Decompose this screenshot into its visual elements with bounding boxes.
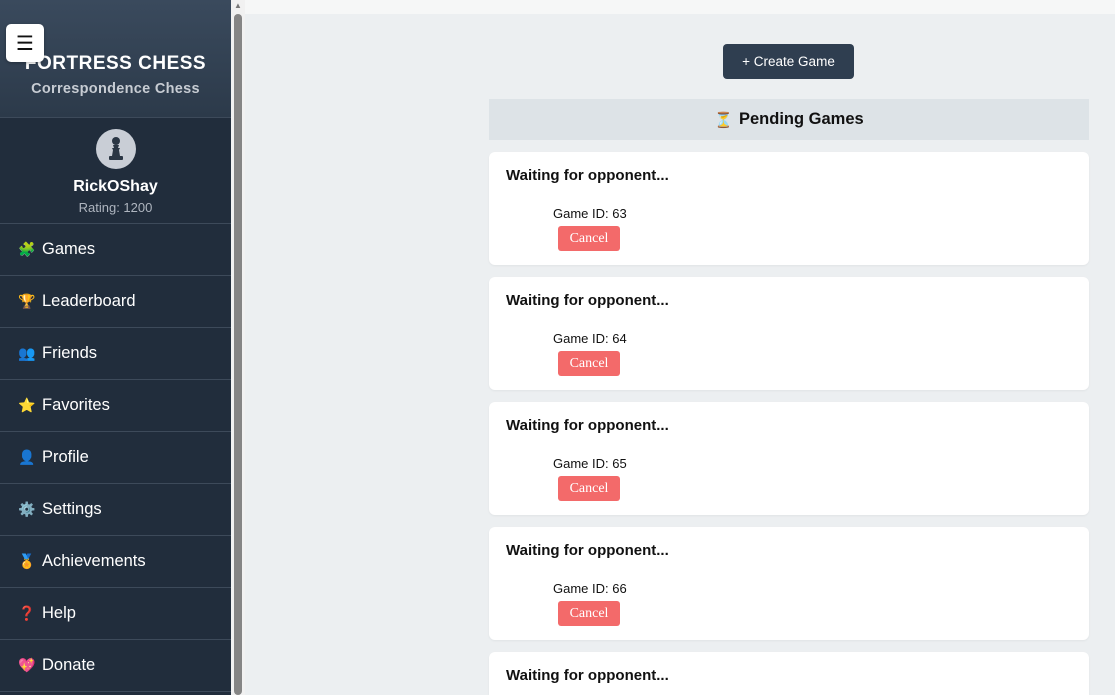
pending-games-title: Pending Games <box>738 110 864 128</box>
sidebar-item-label: Achievements <box>42 552 146 570</box>
star-icon: ⭐ <box>18 397 36 413</box>
sidebar-item-label: Profile <box>42 448 89 466</box>
user-rating: Rating: 1200 <box>78 200 153 215</box>
scrollbar-thumb[interactable] <box>234 14 242 695</box>
game-id: Game ID: 64 <box>553 331 627 346</box>
sidebar-scrollbar[interactable]: ▲ <box>231 0 245 695</box>
sidebar-item-leaderboard[interactable]: 🏆 Leaderboard <box>0 276 231 328</box>
sidebar-item-achievements[interactable]: 🏅 Achievements <box>0 536 231 588</box>
sidebar-item-label: Friends <box>42 344 98 362</box>
card-title: Waiting for opponent... <box>506 167 669 184</box>
users-icon: 👥 <box>18 345 36 361</box>
medal-icon: 🏅 <box>18 553 36 569</box>
game-id: Game ID: 66 <box>553 581 627 596</box>
user-panel: RickOShay Rating: 1200 <box>0 118 231 224</box>
top-strip <box>245 0 1115 14</box>
gear-icon: ⚙️ <box>18 501 36 517</box>
game-id: Game ID: 63 <box>553 206 627 221</box>
sidebar-item-games[interactable]: 🧩 Games <box>0 224 231 276</box>
pending-game-card: Waiting for opponent... Game ID: 66 Canc… <box>489 527 1089 640</box>
pending-game-card: Waiting for opponent... Game ID: 65 Canc… <box>489 402 1089 515</box>
username: RickOShay <box>73 178 158 195</box>
game-id: Game ID: 65 <box>553 456 627 471</box>
sidebar-item-profile[interactable]: 👤 Profile <box>0 432 231 484</box>
sidebar-item-label: Games <box>42 240 96 258</box>
trophy-icon: 🏆 <box>18 293 36 309</box>
brand-subtitle: Correspondence Chess <box>31 81 200 97</box>
avatar[interactable] <box>95 129 136 169</box>
menu-toggle-button[interactable]: ☰ <box>6 24 44 62</box>
question-icon: ❓ <box>18 605 36 621</box>
sidebar-item-settings[interactable]: ⚙️ Settings <box>0 484 231 536</box>
card-title: Waiting for opponent... <box>506 417 669 434</box>
sidebar-item-label: Leaderboard <box>42 292 136 310</box>
sidebar: FORTRESS CHESS Correspondence Chess Rick… <box>0 0 231 695</box>
sidebar-item-donate[interactable]: 💖 Donate <box>0 640 231 692</box>
pending-game-card: Waiting for opponent... Game ID: 63 Canc… <box>489 152 1089 265</box>
puzzle-icon: 🧩 <box>18 241 36 257</box>
hourglass-icon: ⏳ <box>714 111 733 129</box>
scroll-up-arrow-icon[interactable]: ▲ <box>234 1 242 10</box>
cancel-button[interactable]: Cancel <box>558 226 620 251</box>
cancel-button[interactable]: Cancel <box>558 476 620 501</box>
sidebar-item-label: Favorites <box>42 396 110 414</box>
user-icon: 👤 <box>18 449 36 465</box>
hamburger-icon: ☰ <box>16 32 34 55</box>
cancel-button[interactable]: Cancel <box>558 601 620 626</box>
sidebar-item-label: Help <box>42 604 76 622</box>
sidebar-item-help[interactable]: ❓ Help <box>0 588 231 640</box>
sidebar-item-favorites[interactable]: ⭐ Favorites <box>0 380 231 432</box>
card-title: Waiting for opponent... <box>506 542 669 559</box>
heart-icon: 💖 <box>18 657 36 673</box>
card-title: Waiting for opponent... <box>506 667 669 684</box>
sidebar-item-friends[interactable]: 👥 Friends <box>0 328 231 380</box>
cancel-button[interactable]: Cancel <box>558 351 620 376</box>
create-game-button[interactable]: + Create Game <box>723 44 854 79</box>
sidebar-item-label: Donate <box>42 656 96 674</box>
pending-games-header: ⏳ Pending Games <box>489 99 1089 140</box>
card-title: Waiting for opponent... <box>506 292 669 309</box>
pawn-icon <box>108 137 123 160</box>
sidebar-item-label: Settings <box>42 500 102 518</box>
pending-game-card: Waiting for opponent... Game ID: 64 Canc… <box>489 277 1089 390</box>
pending-game-card: Waiting for opponent... <box>489 652 1089 695</box>
